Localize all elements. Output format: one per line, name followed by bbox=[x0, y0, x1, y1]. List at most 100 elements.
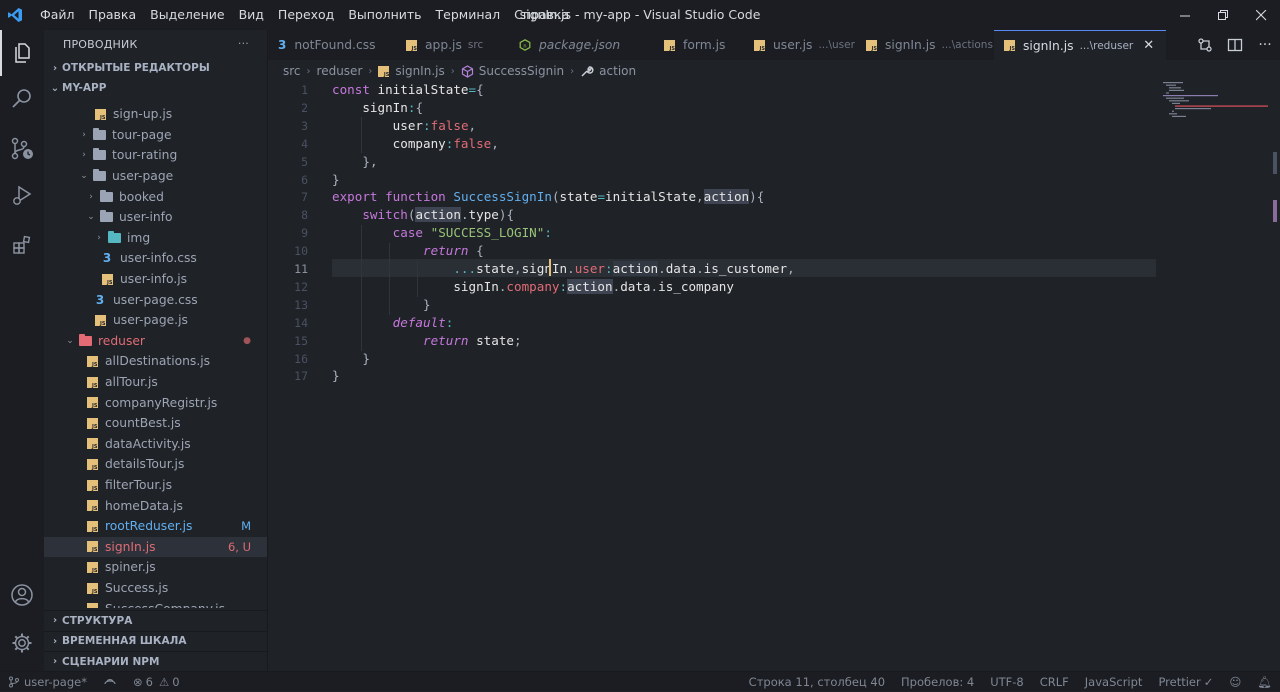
line-number: 7 bbox=[301, 190, 308, 205]
tree-folder[interactable]: ⌄ reduser ● bbox=[44, 331, 267, 352]
tree-file[interactable]: 3 user-page.css bbox=[44, 289, 267, 310]
tree-file[interactable]: companyRegistr.js bbox=[44, 392, 267, 413]
tree-file[interactable]: filterTour.js bbox=[44, 475, 267, 496]
file-status-badge: M bbox=[241, 519, 251, 534]
menu-edit[interactable]: Правка bbox=[82, 0, 144, 30]
tree-file[interactable]: 3 user-info.css bbox=[44, 248, 267, 269]
code-editor[interactable]: 1 2 3 4 5 6 7 8 9 10 11 12 13 14 15 16 17 const initialS… bbox=[268, 82, 1280, 671]
minimize-button[interactable] bbox=[1166, 0, 1204, 30]
tab-signin-js[interactable]: signIn.js ...\actions bbox=[856, 30, 994, 60]
menu-file[interactable]: Файл bbox=[33, 0, 82, 30]
more-editor-actions-button[interactable]: ··· bbox=[1250, 30, 1280, 60]
menu-run[interactable]: Выполнить bbox=[341, 0, 428, 30]
npm-scripts-label: СЦЕНАРИИ NPM bbox=[62, 655, 160, 668]
tree-file[interactable]: user-page.js bbox=[44, 310, 267, 331]
tree-file[interactable]: spiner.js bbox=[44, 557, 267, 578]
maximize-button[interactable] bbox=[1204, 0, 1242, 30]
tree-folder[interactable]: › tour-rating bbox=[44, 145, 267, 166]
tree-file[interactable]: dataActivity.js bbox=[44, 434, 267, 455]
folder-icon bbox=[91, 148, 107, 162]
tree-folder[interactable]: › tour-page bbox=[44, 125, 267, 146]
split-editor-button[interactable] bbox=[1220, 30, 1250, 60]
tab-signin-js[interactable]: signIn.js ...\reduser ✕ bbox=[994, 30, 1166, 60]
breadcrumb-src[interactable]: src bbox=[283, 64, 301, 78]
tab-label: app.js bbox=[425, 38, 462, 52]
menu-terminal[interactable]: Терминал bbox=[429, 0, 508, 30]
search-activity[interactable] bbox=[0, 76, 44, 122]
menu-selection[interactable]: Выделение bbox=[143, 0, 231, 30]
tree-folder[interactable]: ⌄ user-page bbox=[44, 166, 267, 187]
sync-button[interactable] bbox=[95, 676, 125, 688]
tree-file[interactable]: user-info.js bbox=[44, 269, 267, 290]
accounts-activity[interactable] bbox=[0, 572, 44, 618]
tree-file[interactable]: allTour.js bbox=[44, 372, 267, 393]
indentation-status[interactable]: Пробелов: 4 bbox=[893, 675, 982, 689]
npm-scripts-section[interactable]: › СЦЕНАРИИ NPM bbox=[44, 651, 267, 672]
outline-section[interactable]: › СТРУКТУРА bbox=[44, 610, 267, 631]
tree-file[interactable]: signIn.js 6, U bbox=[44, 536, 267, 558]
open-editors-section[interactable]: › ОТКРЫТЫЕ РЕДАКТОРЫ bbox=[44, 58, 267, 78]
run-debug-activity[interactable] bbox=[0, 172, 44, 218]
indent-guide bbox=[361, 117, 362, 153]
source-control-activity[interactable] bbox=[0, 126, 44, 172]
tree-folder[interactable]: ⌄ user-info bbox=[44, 207, 267, 228]
more-actions-icon[interactable]: ··· bbox=[238, 37, 249, 50]
chevron-right-icon: › bbox=[82, 150, 86, 161]
check-icon: ✓ bbox=[1203, 675, 1214, 689]
breadcrumb-reduser[interactable]: reduser bbox=[317, 64, 363, 78]
breadcrumb: src › reduser › signIn.js › SuccessSigni… bbox=[268, 60, 1280, 82]
minimap-line bbox=[1169, 89, 1184, 91]
cursor-position[interactable]: Строка 11, столбец 40 bbox=[741, 675, 893, 689]
tree-item-label: reduser bbox=[98, 333, 145, 348]
tree-folder[interactable]: › img bbox=[44, 228, 267, 249]
menu-view[interactable]: Вид bbox=[232, 0, 271, 30]
minimap-line bbox=[1175, 105, 1268, 107]
eol-status[interactable]: CRLF bbox=[1032, 675, 1077, 689]
tree-folder[interactable]: › booked bbox=[44, 186, 267, 207]
tree-item-label: user-info.js bbox=[120, 272, 188, 287]
chevron-down-icon: ⌄ bbox=[50, 82, 60, 94]
notifications-button[interactable]: 🔔︎ bbox=[1249, 675, 1280, 689]
manage-activity[interactable] bbox=[0, 620, 44, 666]
tree-file[interactable]: SuccessCompany.js bbox=[44, 598, 267, 608]
breadcrumb-file[interactable]: signIn.js bbox=[395, 64, 444, 78]
tree-file[interactable]: sign-up.js bbox=[44, 104, 267, 125]
encoding-status[interactable]: UTF-8 bbox=[982, 675, 1032, 689]
chevron-right-icon: › bbox=[52, 635, 58, 647]
breadcrumb-function[interactable]: SuccessSignin bbox=[479, 64, 564, 78]
explorer-activity[interactable] bbox=[0, 30, 44, 76]
tab-package-json[interactable]: n package.json bbox=[509, 30, 654, 60]
folder-icon bbox=[98, 210, 114, 224]
feedback-button[interactable]: ☺ bbox=[1221, 675, 1249, 689]
menu-help[interactable]: Справка bbox=[507, 0, 576, 30]
project-section[interactable]: ⌄ MY-APP bbox=[44, 78, 267, 98]
close-tab-icon[interactable]: ✕ bbox=[1143, 38, 1154, 53]
formatter-status[interactable]: Prettier ✓ bbox=[1150, 675, 1221, 689]
minimap[interactable] bbox=[1163, 82, 1268, 122]
tree-file[interactable]: allDestinations.js bbox=[44, 351, 267, 372]
vertical-scrollbar[interactable] bbox=[1270, 82, 1280, 671]
tab-notfound-css[interactable]: 3 notFound.css bbox=[268, 30, 396, 60]
tab-form-js[interactable]: form.js bbox=[654, 30, 744, 60]
breadcrumb-param[interactable]: action bbox=[599, 64, 636, 78]
open-changes-button[interactable] bbox=[1190, 30, 1220, 60]
tab-user-js[interactable]: user.js ...\user bbox=[744, 30, 856, 60]
tree-file[interactable]: countBest.js bbox=[44, 413, 267, 434]
branch-status[interactable]: user-page* bbox=[0, 675, 95, 689]
scrollbar-marker bbox=[1273, 200, 1277, 222]
tree-file[interactable]: homeData.js bbox=[44, 495, 267, 516]
scrollbar-thumb[interactable] bbox=[1273, 152, 1277, 174]
language-mode[interactable]: JavaScript bbox=[1077, 675, 1151, 689]
js-file-icon bbox=[84, 354, 100, 368]
indent-guide bbox=[361, 225, 362, 351]
menu-go[interactable]: Переход bbox=[271, 0, 341, 30]
timeline-section[interactable]: › ВРЕМЕННАЯ ШКАЛА bbox=[44, 630, 267, 652]
tree-file[interactable]: Success.js bbox=[44, 578, 267, 599]
tree-file[interactable]: detailsTour.js bbox=[44, 454, 267, 475]
tab-app-js[interactable]: app.js src bbox=[396, 30, 509, 60]
problems-status[interactable]: ⊗ 6 ⚠ 0 bbox=[125, 675, 188, 689]
js-file-icon bbox=[866, 39, 877, 52]
tree-file[interactable]: rootReduser.js M bbox=[44, 516, 267, 537]
close-window-button[interactable] bbox=[1242, 0, 1280, 30]
extensions-activity[interactable] bbox=[0, 222, 44, 268]
